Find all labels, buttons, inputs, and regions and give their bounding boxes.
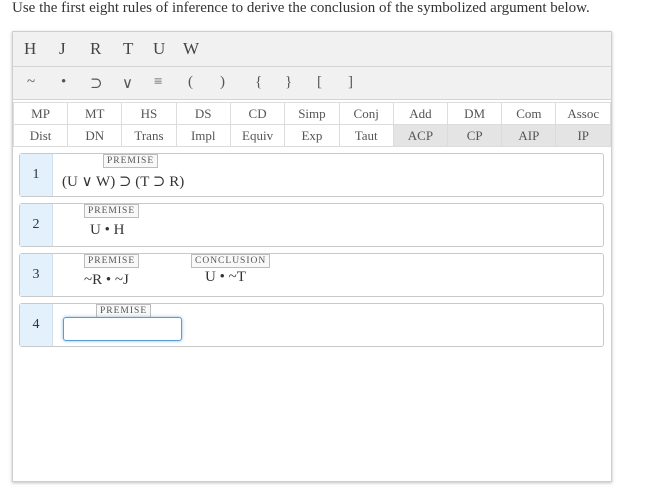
conclusion-expression: U • ~T [205, 269, 246, 285]
premise-badge: PREMISE [103, 154, 159, 168]
letter-button-u[interactable]: U [153, 39, 165, 59]
line-expression: ~R • ~J [84, 272, 129, 288]
rule-cp-button[interactable]: CP [447, 124, 503, 147]
premise-badge: PREMISE [84, 254, 140, 268]
close-paren-button[interactable]: ) [220, 74, 225, 91]
rule-aip-button[interactable]: AIP [501, 124, 557, 147]
conclusion-badge: CONCLUSION [191, 254, 271, 268]
proof-line-3: 3 PREMISE ~R • ~J CONCLUSION U • ~T [19, 253, 604, 297]
horseshoe-button[interactable]: ⊃ [90, 74, 103, 93]
rule-add-button[interactable]: Add [392, 102, 449, 125]
rule-cd-button[interactable]: CD [229, 102, 286, 125]
rule-mp-button[interactable]: MP [12, 102, 69, 125]
line-number: 3 [20, 254, 53, 296]
line-number: 1 [20, 154, 53, 196]
rule-dn-button[interactable]: DN [67, 124, 123, 147]
rule-dist-button[interactable]: Dist [12, 124, 69, 147]
instructions: Use the first eight rules of inference t… [12, 0, 590, 16]
wedge-button[interactable]: ∨ [122, 74, 133, 93]
close-bracket-button[interactable]: ] [348, 74, 353, 91]
rule-acp-button[interactable]: ACP [392, 124, 449, 147]
rule-equiv-button[interactable]: Equiv [229, 124, 286, 147]
letter-button-w[interactable]: W [183, 39, 199, 59]
letter-button-h[interactable]: H [24, 39, 36, 59]
rule-assoc-button[interactable]: Assoc [555, 102, 611, 125]
proof-line-2: 2 PREMISE U • H [19, 203, 604, 247]
line-input-field[interactable] [63, 317, 182, 341]
proof-line-4: 4 PREMISE [19, 303, 604, 347]
rule-dm-button[interactable]: DM [447, 102, 503, 125]
rule-conj-button[interactable]: Conj [338, 102, 394, 125]
rules-row-1: MP MT HS DS CD Simp Conj Add DM Com Asso… [12, 102, 611, 125]
rule-trans-button[interactable]: Trans [121, 124, 177, 147]
close-brace-button[interactable]: } [285, 74, 292, 91]
premise-badge: PREMISE [96, 304, 152, 318]
proof-line-1: 1 PREMISE (U ∨ W) ⊃ (T ⊃ R) [19, 153, 604, 197]
open-bracket-button[interactable]: [ [317, 74, 322, 91]
rule-taut-button[interactable]: Taut [338, 124, 394, 147]
rule-ds-button[interactable]: DS [175, 102, 231, 125]
open-paren-button[interactable]: ( [188, 74, 193, 91]
rules-table: MP MT HS DS CD Simp Conj Add DM Com Asso… [12, 102, 611, 147]
dot-button[interactable]: • [61, 74, 66, 91]
rule-simp-button[interactable]: Simp [284, 102, 340, 125]
letter-button-r[interactable]: R [90, 39, 101, 59]
letter-button-t[interactable]: T [123, 39, 133, 59]
line-expression: (U ∨ W) ⊃ (T ⊃ R) [62, 174, 185, 190]
rules-row-2: Dist DN Trans Impl Equiv Exp Taut ACP CP… [12, 124, 611, 147]
rule-hs-button[interactable]: HS [121, 102, 177, 125]
line-number: 4 [20, 304, 53, 346]
letter-button-j[interactable]: J [59, 39, 66, 59]
line-number: 2 [20, 204, 53, 246]
rule-exp-button[interactable]: Exp [284, 124, 340, 147]
rule-com-button[interactable]: Com [501, 102, 557, 125]
rule-mt-button[interactable]: MT [67, 102, 123, 125]
symbol-toolbar: ~ • ⊃ ∨ ≡ ( ) { } [ ] [13, 67, 611, 100]
premise-badge: PREMISE [84, 204, 140, 218]
rule-ip-button[interactable]: IP [555, 124, 611, 147]
tilde-button[interactable]: ~ [27, 74, 35, 91]
open-brace-button[interactable]: { [255, 74, 262, 91]
rule-impl-button[interactable]: Impl [175, 124, 231, 147]
letter-toolbar: H J R T U W [13, 32, 611, 67]
line-expression: U • H [90, 222, 125, 238]
triple-bar-button[interactable]: ≡ [154, 74, 162, 91]
proof-panel: H J R T U W ~ • ⊃ ∨ ≡ ( ) { } [ ] MP MT … [12, 31, 612, 482]
